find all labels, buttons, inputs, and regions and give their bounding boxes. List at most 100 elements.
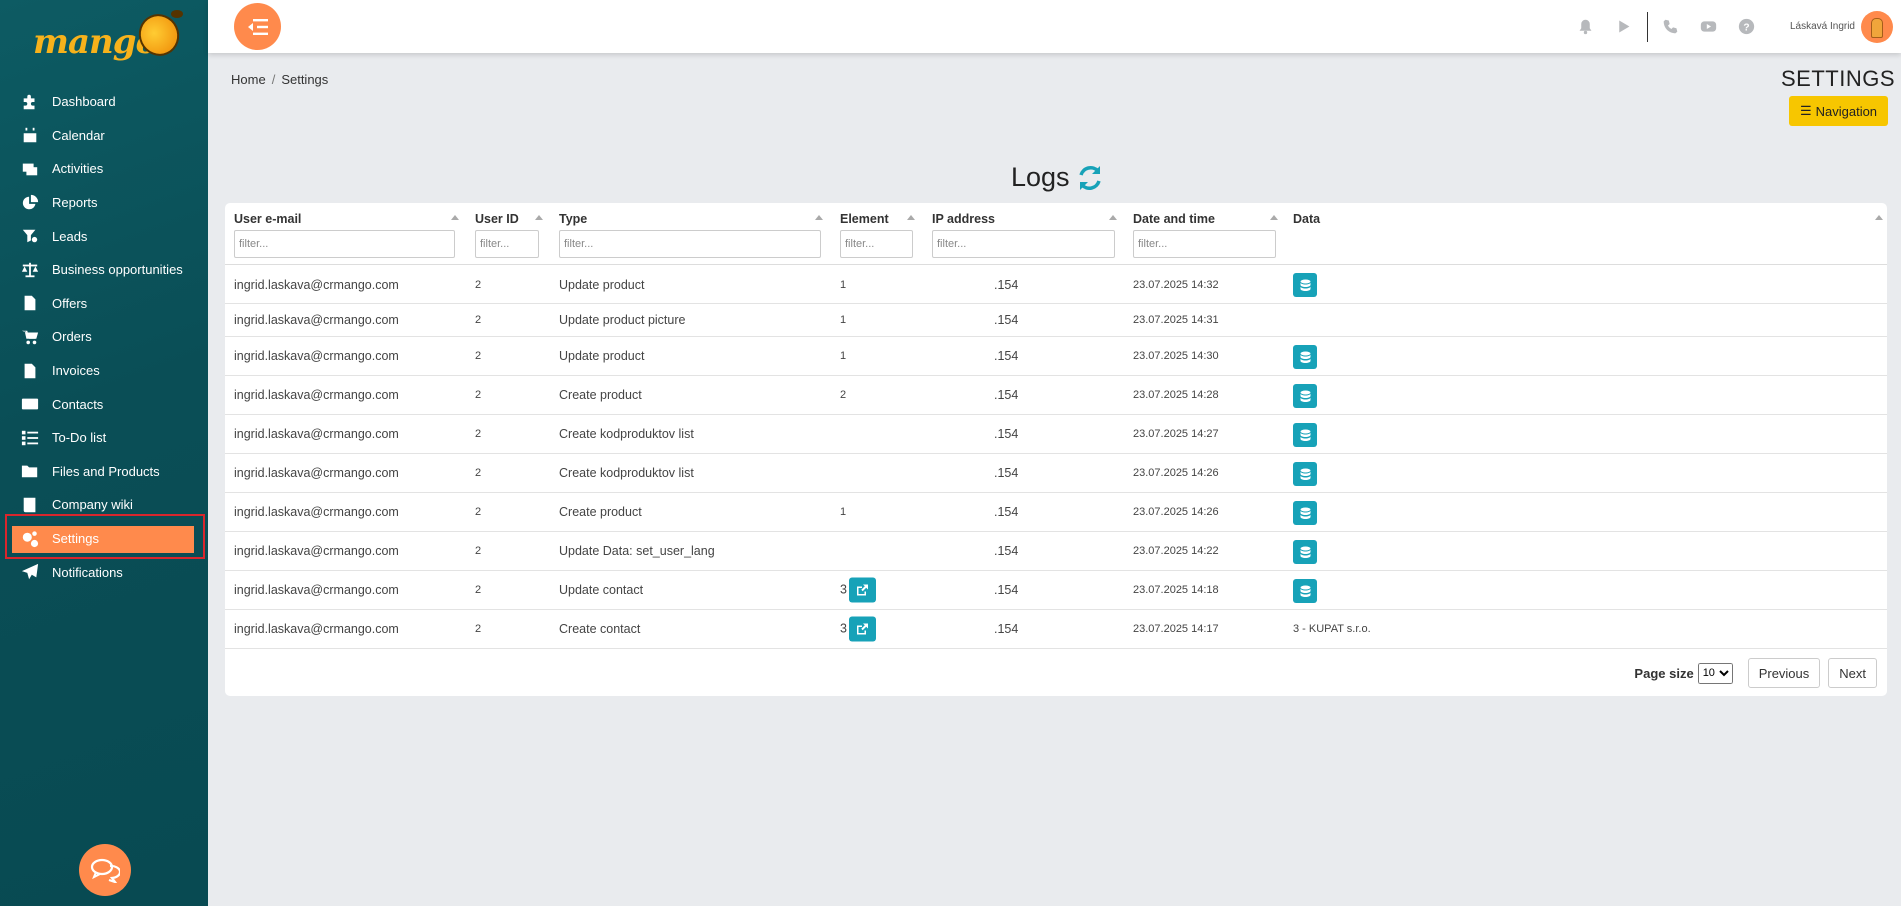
sidebar-item-contacts[interactable]: Contacts [0,387,208,421]
table-row: ingrid.laskava@crmango.com 2 Create produc… [225,493,1887,532]
sidebar-item-notifications[interactable]: Notifications [0,555,208,589]
logs-heading: Logs [1011,162,1104,193]
page-size-select[interactable]: 10 [1697,662,1733,684]
view-data-button[interactable] [1293,540,1317,564]
logs-table: User e-mail User ID Type Element IP addr… [225,203,1887,696]
sidebar-item-activities[interactable]: Activities [0,152,208,186]
user-name[interactable]: Láskavá Ingrid [1790,21,1855,32]
sidebar-item-business-opportunities[interactable]: Business opportunities [0,253,208,287]
view-data-button[interactable] [1293,345,1317,369]
sidebar-item-todo[interactable]: To-Do list [0,421,208,455]
cell-email: ingrid.laskava@crmango.com [234,388,399,402]
table-row: ingrid.laskava@crmango.com 2 Create kodpro… [225,415,1887,454]
breadcrumb-current: Settings [281,72,329,87]
cell-data: 3 - KUPAT s.r.o. [1293,623,1371,635]
col-email-header[interactable]: User e-mail [234,212,301,226]
cell-type: Create contact [559,622,641,636]
col-ip-header[interactable]: IP address [932,212,995,226]
sort-icon[interactable] [1875,215,1883,220]
youtube-icon[interactable] [1699,17,1719,37]
navigation-button-label: Navigation [1815,103,1878,119]
next-button[interactable]: Next [1828,658,1877,688]
sidebar-item-label: Files and Products [52,463,160,479]
cell-ip: .154 [994,505,1019,519]
sort-icon[interactable] [1270,215,1278,220]
col-element-header[interactable]: Element [840,212,889,226]
sidebar-item-dashboard[interactable]: Dashboard [0,85,208,119]
email-filter-input[interactable] [234,230,455,258]
sidebar-item-invoices[interactable]: Invoices [0,354,208,388]
sort-icon[interactable] [1109,215,1117,220]
sidebar-item-offers[interactable]: Offers [0,287,208,321]
cell-email: ingrid.laskava@crmango.com [234,505,399,519]
cart-icon [20,327,40,347]
col-type-header[interactable]: Type [559,212,587,226]
database-icon [1300,279,1311,292]
cell-element: 1 [840,506,847,518]
open-element-button[interactable] [848,577,876,603]
view-data-button[interactable] [1293,462,1317,486]
sort-icon[interactable] [815,215,823,220]
sort-icon[interactable] [535,215,543,220]
cell-datetime: 23.07.2025 14:26 [1133,467,1219,479]
bell-icon[interactable] [1576,17,1596,37]
calendar-icon [20,125,40,145]
cell-datetime: 23.07.2025 14:17 [1133,623,1219,635]
datetime-filter-input[interactable] [1133,230,1276,258]
col-user-id-header[interactable]: User ID [475,212,519,226]
play-icon[interactable] [1614,17,1634,37]
cell-email: ingrid.laskava@crmango.com [234,349,399,363]
sort-icon[interactable] [451,215,459,220]
open-element-button[interactable] [848,616,876,642]
refresh-icon[interactable] [1076,164,1104,192]
cell-datetime: 23.07.2025 14:30 [1133,350,1219,362]
help-icon[interactable]: ? [1737,17,1757,37]
previous-button[interactable]: Previous [1747,658,1821,688]
svg-text:?: ? [1744,22,1750,33]
sidebar-item-leads[interactable]: Leads [0,219,208,253]
sort-icon[interactable] [907,215,915,220]
col-datetime-header[interactable]: Date and time [1133,212,1215,226]
puzzle-icon [20,92,40,112]
menu-toggle-button[interactable] [234,3,281,50]
cell-datetime: 23.07.2025 14:18 [1133,584,1219,596]
table-header: User e-mail User ID Type Element IP addr… [225,203,1887,265]
invoice-icon [20,361,40,381]
ip-filter-input[interactable] [932,230,1115,258]
sidebar-item-orders[interactable]: Orders [0,320,208,354]
breadcrumb-home[interactable]: Home [231,72,266,87]
view-data-button[interactable] [1293,423,1317,447]
cell-user-id: 2 [475,428,482,440]
cell-datetime: 23.07.2025 14:32 [1133,278,1219,291]
user-id-filter-input[interactable] [475,230,539,258]
mango-logo[interactable]: mango [33,7,187,66]
sidebar-item-label: Calendar [52,127,105,143]
phone-icon[interactable] [1661,17,1681,37]
table-row: ingrid.laskava@crmango.com 2 Update produc… [225,304,1887,337]
sidebar-item-label: Contacts [52,396,104,412]
topbar-divider [1646,11,1648,42]
view-data-button[interactable] [1293,273,1317,297]
funnel-icon [20,226,40,246]
sidebar-item-calendar[interactable]: Calendar [0,119,208,153]
view-data-button[interactable] [1293,501,1317,525]
view-data-button[interactable] [1293,579,1317,603]
book-icon [20,495,40,515]
col-data-header[interactable]: Data [1293,212,1320,226]
type-filter-input[interactable] [559,230,821,258]
navigation-button[interactable]: ☰ Navigation [1789,96,1888,126]
table-row: ingrid.laskava@crmango.com 2 Create kodpro… [225,454,1887,493]
sidebar-item-label: Invoices [52,363,100,379]
cell-datetime: 23.07.2025 14:26 [1133,506,1219,518]
element-filter-input[interactable] [840,230,913,258]
cell-user-id: 2 [475,584,482,596]
sidebar-item-files-products[interactable]: Files and Products [0,455,208,489]
chat-button[interactable] [79,844,131,896]
cell-datetime: 23.07.2025 14:31 [1133,314,1219,326]
avatar[interactable] [1861,10,1893,43]
view-data-button[interactable] [1293,384,1317,408]
paper-plane-icon [20,562,40,582]
element-id: 3 [840,621,847,636]
chat-icon [90,858,120,883]
sidebar-item-reports[interactable]: Reports [0,186,208,220]
